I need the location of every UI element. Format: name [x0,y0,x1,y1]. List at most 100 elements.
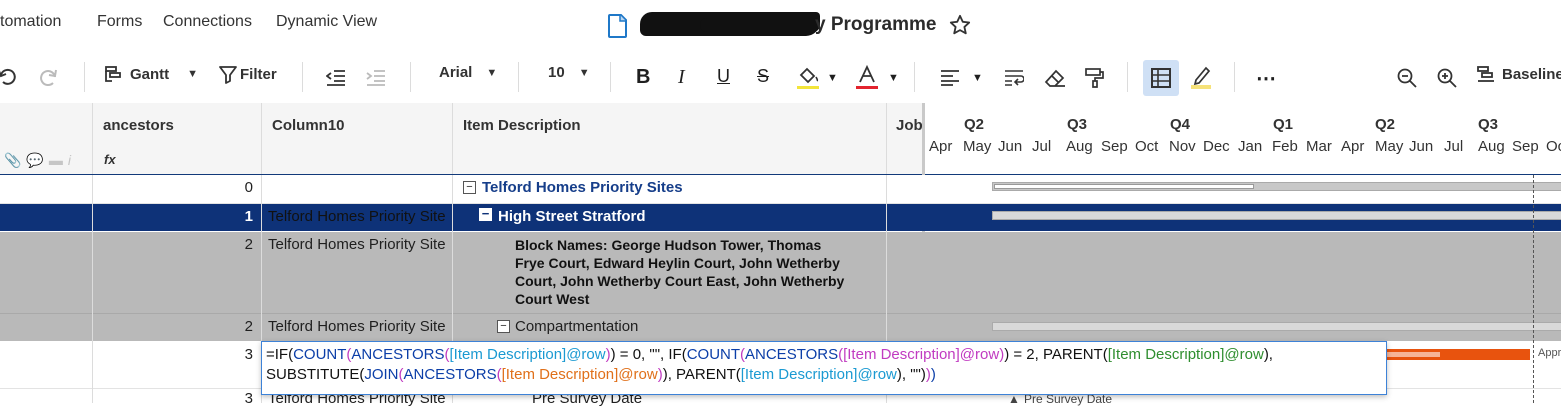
formula-token: COUNT [293,346,347,363]
text-color-icon[interactable] [856,65,880,91]
gantt-month-label: May [1375,138,1404,155]
font-size-select[interactable]: 10 ▼ [548,64,590,81]
column-divider [452,103,453,174]
gantt-month-label: Dec [1203,138,1230,155]
column-header-ancestors[interactable]: ancestors [103,117,174,134]
align-left-icon[interactable] [940,69,960,87]
item-description-cell[interactable]: High Street Stratford [498,208,646,225]
toolbar-divider [610,62,611,92]
underline-icon[interactable]: U [717,66,730,87]
chevron-down-icon[interactable]: ▼ [888,72,899,84]
gantt-month-label: May [963,138,992,155]
baseline-button[interactable]: Baseline [1476,64,1561,84]
chevron-down-icon[interactable]: ▼ [972,72,983,84]
nav-automation[interactable]: tomation [0,13,61,31]
collapse-toggle-icon[interactable]: − [497,320,510,333]
ancestors-cell[interactable]: 2 [93,236,253,253]
view-switcher[interactable]: Gantt ▼ [104,64,198,84]
formula-column-indicator: fx [104,152,116,167]
column-divider [261,103,262,174]
chevron-down-icon[interactable]: ▼ [827,72,838,84]
collapse-toggle-icon[interactable]: − [463,181,476,194]
ancestors-cell[interactable]: 3 [93,346,253,363]
gantt-month-label: Jan [1238,138,1263,155]
gantt-month-label: Jul [1444,138,1464,155]
chevron-down-icon: ▼ [187,68,199,80]
zoom-out-icon[interactable] [1397,68,1417,88]
toolbar-divider [84,62,85,92]
indent-icon[interactable] [366,69,386,87]
redo-icon[interactable] [38,67,58,87]
fill-color-icon[interactable] [797,65,821,91]
gantt-quarter-label: Q4 [1170,116,1191,133]
column-header-column10[interactable]: Column10 [272,117,345,134]
column-divider [92,175,93,403]
gantt-month-label: Oct [1135,138,1159,155]
gantt-month-label: Jun [1409,138,1434,155]
format-painter-icon[interactable] [1084,67,1106,89]
item-description-line: Frye Court, Edward Heylin Court, John We… [515,255,840,271]
chevron-down-icon: ▼ [578,66,590,79]
grid-header [0,103,924,175]
chevron-down-icon: ▼ [486,66,498,79]
nav-dynamic-view[interactable]: Dynamic View [276,13,377,31]
filter-button[interactable]: Filter [218,64,277,84]
column-header-item-description[interactable]: Item Description [463,117,581,134]
formula-token: ), "") [896,366,926,383]
font-size-label: 10 [548,64,565,81]
ancestors-cell[interactable]: 0 [93,179,253,196]
gantt-month-label: Nov [1169,138,1196,155]
toolbar-divider [914,62,915,92]
gantt-view-icon [104,64,124,84]
nav-connections[interactable]: Connections [163,13,252,31]
toolbar-divider [302,62,303,92]
item-description-cell[interactable]: Compartmentation [515,318,638,335]
item-description-line: Court, John Wetherby Court East, John We… [515,273,845,289]
font-family-select[interactable]: Arial ▼ [439,64,497,81]
gantt-month-label: Mar [1306,138,1332,155]
column-header-job[interactable]: Job [896,117,923,134]
nav-forms[interactable]: Forms [97,13,142,31]
formula-token: ) [930,366,936,383]
formula-token: [Item Description]@row [843,346,1000,363]
formula-token: COUNT [686,346,741,363]
item-description-cell[interactable]: Telford Homes Priority Sites [482,179,683,196]
highlight-changes-icon[interactable] [1190,64,1212,90]
undo-icon[interactable] [0,67,18,87]
favorite-star-icon[interactable] [949,14,971,36]
clear-format-eraser-icon[interactable] [1044,68,1066,88]
outdent-icon[interactable] [326,69,346,87]
more-options-icon[interactable]: ⋯ [1256,66,1277,91]
zoom-in-icon[interactable] [1437,68,1457,88]
gantt-quarter-label: Q1 [1273,116,1294,133]
italic-icon[interactable]: I [678,66,685,89]
column10-cell[interactable]: Telford Homes Priority Site [268,318,446,335]
sheet-file-icon [608,14,628,38]
column10-cell[interactable]: Telford Homes Priority Site [268,236,446,253]
gantt-bar[interactable] [992,322,1561,331]
item-description-cell[interactable]: Block Names: George Hudson Tower, Thomas… [515,236,844,308]
column10-cell[interactable]: Telford Homes Priority Site [268,208,446,225]
bold-icon[interactable]: B [636,66,650,89]
item-description-line: Block Names: George Hudson Tower, Thomas [515,237,822,253]
toolbar-divider [518,62,519,92]
formula-editor[interactable]: =IF(COUNT(ANCESTORS([Item Description]@r… [261,341,1387,395]
grid-view-button[interactable] [1143,60,1179,96]
gantt-bar[interactable] [992,211,1561,220]
ancestors-cell[interactable]: 2 [93,318,253,335]
wrap-text-icon[interactable] [1004,69,1024,87]
sheet-title[interactable]: y Programme [815,14,936,36]
formula-token: SUBSTITUTE( [266,366,365,383]
toolbar-divider [410,62,411,92]
gantt-month-label: Feb [1272,138,1298,155]
gantt-month-label: Aug [1066,138,1093,155]
gantt-quarter-label: Q2 [964,116,985,133]
ancestors-cell[interactable]: 3 [93,390,253,407]
view-label: Gantt [130,65,170,83]
gantt-month-label: Aug [1478,138,1505,155]
formula-token: =IF( [266,346,294,363]
ancestors-cell[interactable]: 1 [93,208,253,225]
collapse-toggle-icon[interactable]: − [479,207,492,221]
formula-token: ), PARENT( [662,366,741,383]
strikethrough-icon[interactable]: S [757,66,769,87]
